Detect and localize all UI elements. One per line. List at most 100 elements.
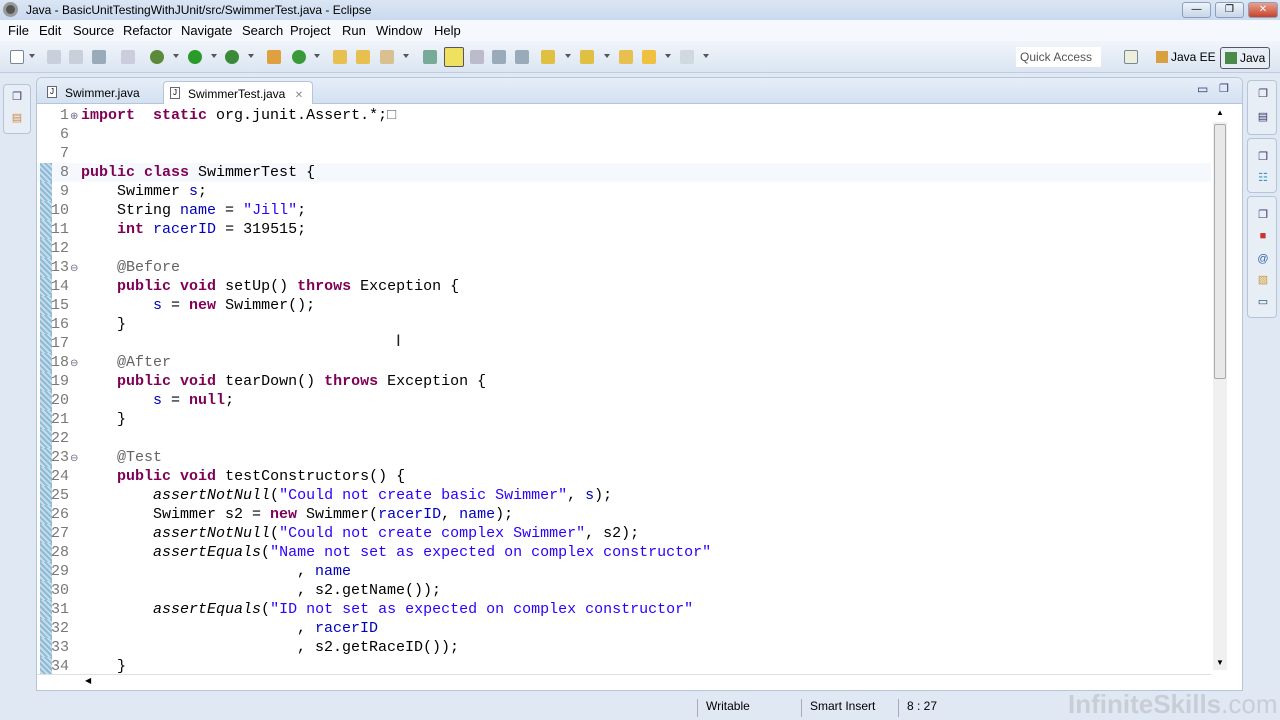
skip-breakpoints-icon[interactable]	[121, 50, 135, 64]
scrollbar-thumb[interactable]	[1214, 124, 1226, 379]
maximize-editor-icon[interactable]: ❐	[1219, 82, 1229, 95]
menu-help[interactable]: Help	[434, 23, 461, 38]
tab-swimmer-java[interactable]: J Swimmer.java	[41, 81, 146, 104]
dropdown-icon[interactable]	[604, 54, 610, 58]
collapse-fold-icon[interactable]: ⊖	[70, 259, 78, 278]
back-icon[interactable]	[642, 50, 656, 64]
code-line[interactable]: 9 Swimmer s;	[37, 182, 1211, 201]
perspective-java-ee[interactable]: Java EE	[1152, 47, 1220, 69]
code-line[interactable]: 33 , s2.getRaceID());	[37, 638, 1211, 657]
toggle-breadcrumb-icon[interactable]	[423, 50, 437, 64]
dropdown-icon[interactable]	[665, 54, 671, 58]
horizontal-scrollbar[interactable]: ◀	[37, 674, 1211, 690]
code-line[interactable]: 16 }	[37, 315, 1211, 334]
forward-icon[interactable]	[680, 50, 694, 64]
close-button[interactable]: ✕	[1248, 2, 1278, 18]
menu-source[interactable]: Source	[73, 23, 114, 38]
restore-icon[interactable]: ❐	[1257, 88, 1269, 100]
menu-search[interactable]: Search	[242, 23, 283, 38]
code-line[interactable]: 10 String name = "Jill";	[37, 201, 1211, 220]
code-line[interactable]: 22	[37, 429, 1211, 448]
menu-window[interactable]: Window	[376, 23, 422, 38]
code-line[interactable]: 29 , name	[37, 562, 1211, 581]
code-line[interactable]: 31 assertEquals("ID not set as expected …	[37, 600, 1211, 619]
search-icon[interactable]	[380, 50, 394, 64]
menu-navigate[interactable]: Navigate	[181, 23, 232, 38]
open-folder-icon[interactable]	[356, 50, 370, 64]
open-perspective-icon[interactable]	[1124, 50, 1138, 64]
tab-close-icon[interactable]: ✕	[295, 90, 303, 101]
code-line[interactable]: 11 int racerID = 319515;	[37, 220, 1211, 239]
print-icon[interactable]	[92, 50, 106, 64]
run-external-tool-icon[interactable]	[225, 50, 239, 64]
code-line[interactable]: 17	[37, 334, 1211, 353]
code-line[interactable]: 1 ⊕ import static org.junit.Assert.*;□	[37, 106, 1211, 125]
code-line[interactable]: 14 public void setUp() throws Exception …	[37, 277, 1211, 296]
save-all-icon[interactable]	[69, 50, 83, 64]
code-line[interactable]: 30 , s2.getName());	[37, 581, 1211, 600]
new-java-package-icon[interactable]	[267, 50, 281, 64]
menu-file[interactable]: File	[8, 23, 29, 38]
code-line[interactable]: 7	[37, 144, 1211, 163]
tab-swimmertest-java[interactable]: J SwimmerTest.java ✕	[163, 81, 313, 104]
menu-project[interactable]: Project	[290, 23, 330, 38]
save-icon[interactable]	[47, 50, 61, 64]
menu-edit[interactable]: Edit	[39, 23, 61, 38]
mark-occurrences-icon[interactable]	[444, 47, 464, 67]
outline-icon[interactable]: ☷	[1257, 172, 1269, 184]
dropdown-icon[interactable]	[703, 54, 709, 58]
restore-icon[interactable]: ❐	[1257, 209, 1269, 221]
code-editor[interactable]: 1 ⊕ import static org.junit.Assert.*;□ 6 7 8 p…	[37, 106, 1211, 674]
restore-icon[interactable]: ❐	[11, 91, 23, 103]
collapse-fold-icon[interactable]: ⊖	[70, 354, 78, 373]
perspective-java[interactable]: Java	[1220, 47, 1271, 69]
show-paragraph-icon[interactable]	[515, 50, 529, 64]
restore-icon[interactable]: ❐	[1257, 151, 1269, 163]
minimize-editor-icon[interactable]: ▭	[1197, 82, 1208, 96]
collapse-fold-icon[interactable]: ⊖	[70, 449, 78, 468]
code-line[interactable]: 6	[37, 125, 1211, 144]
menu-refactor[interactable]: Refactor	[123, 23, 172, 38]
dropdown-icon[interactable]	[211, 54, 217, 58]
dropdown-icon[interactable]	[29, 54, 35, 58]
minimize-button[interactable]: —	[1182, 2, 1211, 18]
code-line[interactable]: 13 ⊖ @Before	[37, 258, 1211, 277]
dropdown-icon[interactable]	[173, 54, 179, 58]
code-line[interactable]: 27 assertNotNull("Could not create compl…	[37, 524, 1211, 543]
new-icon[interactable]	[10, 50, 24, 64]
dropdown-icon[interactable]	[403, 54, 409, 58]
task-list-icon[interactable]: ▤	[1257, 111, 1269, 123]
code-line[interactable]: 34 }	[37, 657, 1211, 674]
scroll-up-icon[interactable]: ▲	[1216, 108, 1224, 117]
code-line[interactable]: 28 assertEquals("Name not set as expecte…	[37, 543, 1211, 562]
code-line[interactable]: 21 }	[37, 410, 1211, 429]
dropdown-icon[interactable]	[565, 54, 571, 58]
debug-icon[interactable]	[150, 50, 164, 64]
code-line[interactable]: 8 public class SwimmerTest {	[37, 163, 1211, 182]
next-annotation-icon[interactable]	[541, 50, 555, 64]
open-type-icon[interactable]	[333, 50, 347, 64]
code-line[interactable]: 23 ⊖ @Test	[37, 448, 1211, 467]
toggle-block-selection-icon[interactable]	[470, 50, 484, 64]
code-line[interactable]: 12	[37, 239, 1211, 258]
show-whitespace-icon[interactable]	[492, 50, 506, 64]
declaration-icon[interactable]: ▧	[1257, 274, 1269, 286]
previous-annotation-icon[interactable]	[580, 50, 594, 64]
code-line[interactable]: 15 s = new Swimmer();	[37, 296, 1211, 315]
scroll-left-icon[interactable]: ◀	[85, 676, 91, 685]
quick-access-input[interactable]: Quick Access	[1016, 47, 1101, 67]
new-java-class-icon[interactable]	[292, 50, 306, 64]
last-edit-location-icon[interactable]	[619, 50, 633, 64]
code-line[interactable]: 18 ⊖ @After	[37, 353, 1211, 372]
javadoc-icon[interactable]: @	[1257, 253, 1269, 265]
code-line[interactable]: 26 Swimmer s2 = new Swimmer(racerID, nam…	[37, 505, 1211, 524]
code-line[interactable]: 19 public void tearDown() throws Excepti…	[37, 372, 1211, 391]
restore-button[interactable]: ❐	[1215, 2, 1244, 18]
code-line[interactable]: 20 s = null;	[37, 391, 1211, 410]
code-line[interactable]: 32 , racerID	[37, 619, 1211, 638]
problems-icon[interactable]: ■	[1257, 230, 1269, 242]
code-line[interactable]: 24 public void testConstructors() {	[37, 467, 1211, 486]
console-icon[interactable]: ▭	[1257, 296, 1269, 308]
package-explorer-icon[interactable]: ▤	[11, 112, 23, 124]
dropdown-icon[interactable]	[314, 54, 320, 58]
